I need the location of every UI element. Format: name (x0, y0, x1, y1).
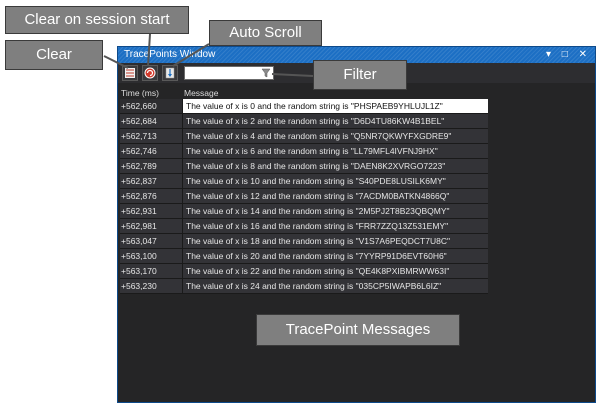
callout-line-filter (271, 73, 314, 77)
callout-clear-on-session-start: Clear on session start (5, 6, 189, 34)
callout-auto-scroll: Auto Scroll (209, 20, 322, 46)
callout-tracepoint-messages: TracePoint Messages (256, 314, 460, 346)
callout-line-auto-scroll (172, 43, 210, 67)
callout-line-clear (103, 55, 129, 69)
callout-clear: Clear (5, 40, 103, 70)
callout-filter: Filter (313, 60, 407, 90)
callout-line-clear-on-session (147, 33, 151, 67)
